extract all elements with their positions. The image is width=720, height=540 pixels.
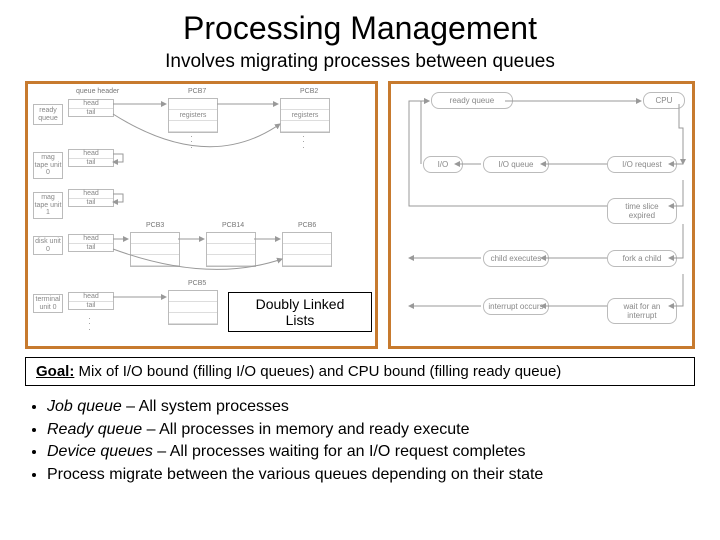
node-child-exec: child executes bbox=[483, 250, 549, 267]
label-term: terminal unit 0 bbox=[33, 294, 63, 313]
node-interrupt: interrupt occurs bbox=[483, 298, 549, 315]
label-pcb3: PCB3 bbox=[146, 222, 164, 229]
vdots3: ··· bbox=[88, 316, 91, 332]
left-diagram: queue header PCB7 PCB2 ready queue headt… bbox=[25, 81, 378, 349]
label-queue-header: queue header bbox=[76, 88, 119, 95]
goal-text: Mix of I/O bound (filling I/O queues) an… bbox=[79, 363, 562, 380]
pcb7: registers bbox=[168, 98, 218, 133]
label-mag1: mag tape unit 1 bbox=[33, 192, 63, 219]
vdots2: ··· bbox=[302, 134, 305, 150]
node-timeslice: time slice expired bbox=[607, 198, 677, 224]
pcb3 bbox=[130, 232, 180, 267]
queue-disk: headtail bbox=[68, 234, 114, 252]
bullet-ready: Ready queue – All processes in memory an… bbox=[47, 419, 695, 441]
goal-box: Goal: Mix of I/O bound (filling I/O queu… bbox=[25, 357, 695, 386]
label-pcb6: PCB6 bbox=[298, 222, 316, 229]
node-fork: fork a child bbox=[607, 250, 677, 267]
label-disk: disk unit 0 bbox=[33, 236, 63, 255]
pcb5 bbox=[168, 290, 218, 325]
page-title: Processing Management bbox=[25, 10, 695, 47]
label-pcb2: PCB2 bbox=[300, 88, 318, 95]
pcb2: registers bbox=[280, 98, 330, 133]
node-ready-queue: ready queue bbox=[431, 92, 513, 109]
bullet-migrate: Process migrate between the various queu… bbox=[47, 464, 695, 486]
node-cpu: CPU bbox=[643, 92, 685, 109]
goal-label: Goal: bbox=[36, 363, 74, 380]
node-io: I/O bbox=[423, 156, 463, 173]
diagram-row: queue header PCB7 PCB2 ready queue headt… bbox=[25, 81, 695, 349]
bullet-job: Job queue – All system processes bbox=[47, 396, 695, 418]
node-wait: wait for an interrupt bbox=[607, 298, 677, 324]
label-mag0: mag tape unit 0 bbox=[33, 152, 63, 179]
subtitle: Involves migrating processes between que… bbox=[25, 51, 695, 73]
queue-term: headtail bbox=[68, 292, 114, 310]
doubly-linked-callout: Doubly Linked Lists bbox=[228, 292, 372, 332]
node-io-request: I/O request bbox=[607, 156, 677, 173]
label-pcb14: PCB14 bbox=[222, 222, 244, 229]
label-ready-queue: ready queue bbox=[33, 104, 63, 125]
node-io-queue: I/O queue bbox=[483, 156, 549, 173]
vdots1: ··· bbox=[190, 134, 193, 150]
bullet-list: Job queue – All system processes Ready q… bbox=[25, 396, 695, 485]
label-pcb7: PCB7 bbox=[188, 88, 206, 95]
queue-ready: headtail bbox=[68, 99, 114, 117]
label-pcb5: PCB5 bbox=[188, 280, 206, 287]
pcb14 bbox=[206, 232, 256, 267]
queue-mag1: headtail bbox=[68, 189, 114, 207]
pcb6 bbox=[282, 232, 332, 267]
queue-mag0: headtail bbox=[68, 149, 114, 167]
bullet-device: Device queues – All processes waiting fo… bbox=[47, 441, 695, 463]
right-diagram: ready queue CPU I/O I/O queue I/O reques… bbox=[388, 81, 695, 349]
